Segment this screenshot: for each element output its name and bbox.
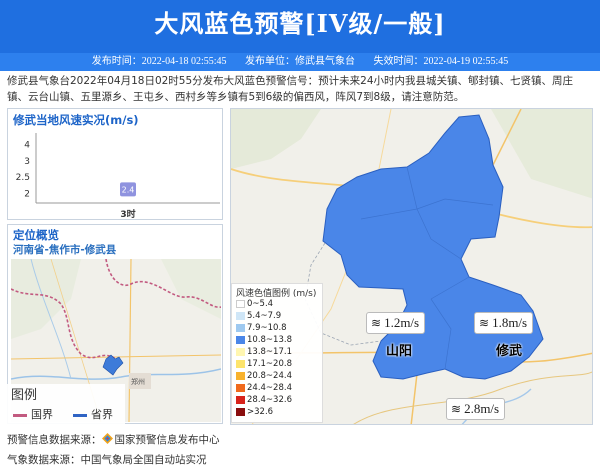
station-wind-label[interactable]: ≋ 1.8m/s [474,312,534,334]
bar-data-label: 2.4 [122,185,135,194]
provincial-border-swatch [73,413,87,417]
weather-source-line: 气象数据来源：中国气象局全国自动站实况 [7,454,207,466]
national-border-swatch [13,413,27,417]
legend-label: 省界 [91,408,113,421]
legend-label: 17.1~20.8 [247,359,292,369]
warning-meta-bar: 发布时间：2022-04-18 02:55:45 发布单位：修武县气象台 失效时… [0,53,600,71]
wind-legend-row: 5.4~7.9 [236,311,281,321]
legend-label: 7.9~10.8 [247,323,287,333]
wind-speed-panel: 修武当地风速实况(m/s) 4 3 2.5 2 2.4 3时 [7,108,223,220]
legend-label: 20.8~24.4 [247,371,292,381]
location-panel-title: 定位概览 [13,228,59,242]
place-label-shanyang: 山阳 [386,344,413,359]
y-tick-label: 2 [24,189,30,199]
legend-label: 5.4~7.9 [247,311,282,321]
wind-legend-row: 7.9~10.8 [236,323,287,333]
warning-source-value: 国家预警信息发布中心 [114,434,220,446]
legend-label: >32.6 [247,407,274,417]
wind-speed-chart: 4 3 2.5 2 2.4 3时 [16,133,220,220]
legend-swatch [236,311,245,320]
wind-speed-value: 2.8m/s [464,401,500,416]
wind-icon: ≋ [371,316,382,330]
publish-time: 发布时间：2022-04-18 02:55:45 [91,56,227,67]
station-wind-label[interactable]: ≋ 1.2m/s [366,312,426,334]
warning-header: 大风蓝色预警[IV级/一般] [0,0,600,53]
legend-label: 28.4~32.6 [247,395,292,405]
legend-item-provincial-border: 省界 [73,406,113,422]
expire-time: 失效时间：2022-04-19 02:55:45 [373,56,509,67]
y-tick-label: 3 [24,157,30,167]
legend-label: 国界 [31,408,53,421]
legend-swatch [236,335,245,344]
wind-legend-row: 17.1~20.8 [236,359,292,369]
overview-legend: 图例 国界 省界 [5,384,125,424]
warning-description: 修武县气象台2022年04月18日02时55分发布大风蓝色预警信号：预计未来24… [7,75,574,103]
legend-label: 0~5.4 [247,299,274,309]
legend-label: 24.4~28.4 [247,383,292,393]
legend-swatch [236,383,245,392]
wind-legend-row: >32.6 [236,407,273,417]
x-tick-label: 3时 [120,208,135,220]
wind-legend-row: 13.8~17.1 [236,347,292,357]
wind-legend-row: 20.8~24.4 [236,371,292,381]
warning-center-logo-icon [101,433,113,444]
legend-swatch [236,323,245,332]
wind-speed-value: 1.2m/s [384,315,420,330]
legend-swatch [236,299,245,308]
overview-legend-title: 图例 [11,388,38,403]
wind-icon: ≋ [479,316,490,330]
legend-swatch [236,395,245,404]
wind-legend-row: 0~5.4 [236,299,273,309]
wind-icon: ≋ [451,402,462,416]
warning-source-label: 预警信息数据来源： [7,434,102,446]
y-tick-label: 4 [24,141,30,151]
legend-swatch [236,359,245,368]
publisher: 发布单位：修武县气象台 [245,56,355,67]
place-label-xiuwu: 修武 [496,344,523,359]
wind-color-legend: 风速色值图例 (m/s) 0~5.4 5.4~7.9 7.9~10.8 10.8… [231,283,323,423]
svg-text:郑州: 郑州 [131,378,145,386]
station-wind-label[interactable]: ≋ 2.8m/s [446,398,506,420]
legend-swatch [236,407,245,416]
legend-swatch [236,371,245,380]
location-path: 河南省-焦作市-修武县 [13,244,117,256]
warning-title: 大风蓝色预警[IV级/一般] [154,9,446,38]
legend-label: 13.8~17.1 [247,347,292,357]
legend-label: 10.8~13.8 [247,335,292,345]
wind-legend-row: 24.4~28.4 [236,383,292,393]
wind-legend-row: 28.4~32.6 [236,395,292,405]
wind-legend-row: 10.8~13.8 [236,335,292,345]
wind-speed-value: 1.8m/s [492,315,528,330]
legend-item-national-border: 国界 [13,406,53,422]
y-tick-label: 2.5 [16,173,30,183]
warning-source-line: 预警信息数据来源： 国家预警信息发布中心 [7,432,220,447]
legend-swatch [236,347,245,356]
wind-legend-title: 风速色值图例 (m/s) [236,289,317,299]
